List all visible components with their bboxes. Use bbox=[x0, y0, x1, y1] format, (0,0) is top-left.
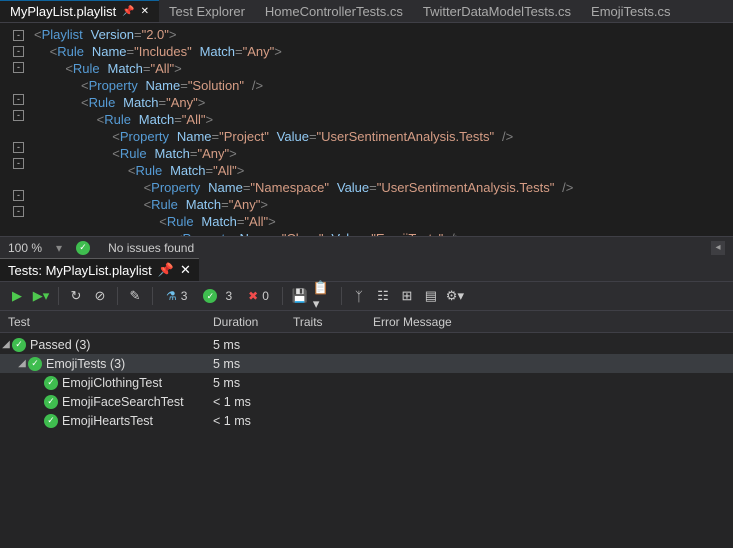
test-group-emojitests[interactable]: ◢ ✓ EmojiTests (3) 5 ms bbox=[0, 354, 733, 373]
fold-toggle[interactable]: - bbox=[13, 206, 24, 217]
zoom-level[interactable]: 100 % bbox=[8, 241, 42, 255]
group-button[interactable]: ☷ bbox=[372, 285, 394, 307]
duration: 5 ms bbox=[213, 357, 293, 371]
duration: 5 ms bbox=[213, 376, 293, 390]
failed-counter[interactable]: ✖0 bbox=[241, 286, 276, 306]
test-group-passed[interactable]: ◢ ✓ Passed (3) 5 ms bbox=[0, 335, 733, 354]
pin-icon[interactable]: 📌 bbox=[158, 262, 174, 278]
code-content[interactable]: <Playlist Version="2.0"> <Rule Name="Inc… bbox=[28, 23, 698, 236]
tab-label: MyPlayList.playlist bbox=[10, 4, 116, 19]
test-name: EmojiHeartsTest bbox=[62, 414, 153, 428]
fold-toggle[interactable]: - bbox=[13, 142, 24, 153]
run-button[interactable]: ▶▾ bbox=[30, 285, 52, 307]
pass-icon: ✓ bbox=[44, 395, 58, 409]
column-headers: Test Duration Traits Error Message bbox=[0, 311, 733, 333]
fold-toggle[interactable]: - bbox=[13, 46, 24, 57]
close-icon[interactable]: ✕ bbox=[180, 262, 191, 278]
stop-button[interactable]: ⊘ bbox=[89, 285, 111, 307]
test-name: EmojiFaceSearchTest bbox=[62, 395, 184, 409]
pass-icon: ✓ bbox=[28, 357, 42, 371]
fold-toggle[interactable]: - bbox=[13, 190, 24, 201]
tab-playlist[interactable]: MyPlayList.playlist 📌 ✕ bbox=[0, 0, 159, 22]
tab-emoji-tests[interactable]: EmojiTests.cs bbox=[581, 0, 680, 22]
duration: < 1 ms bbox=[213, 395, 293, 409]
fold-toggle[interactable]: - bbox=[13, 94, 24, 105]
check-icon: ✓ bbox=[76, 241, 90, 255]
edit-button[interactable]: ✎ bbox=[124, 285, 146, 307]
repeat-button[interactable]: ↻ bbox=[65, 285, 87, 307]
fail-icon: ✖ bbox=[248, 289, 258, 303]
close-icon[interactable]: ✕ bbox=[141, 6, 149, 17]
fold-toggle[interactable]: - bbox=[13, 110, 24, 121]
test-tree: ◢ ✓ Passed (3) 5 ms ◢ ✓ EmojiTests (3) 5… bbox=[0, 333, 733, 548]
group-label: EmojiTests (3) bbox=[46, 357, 125, 371]
panel-tabs: Tests: MyPlayList.playlist 📌 ✕ bbox=[0, 258, 733, 281]
save-button[interactable]: 💾 bbox=[289, 285, 311, 307]
issues-label: No issues found bbox=[108, 241, 194, 255]
tab-label: HomeControllerTests.cs bbox=[265, 4, 403, 19]
playlist-button[interactable]: 📋▾ bbox=[313, 285, 335, 307]
col-test[interactable]: Test bbox=[8, 315, 213, 329]
scroll-left-icon[interactable]: ◂ bbox=[711, 241, 725, 255]
editor-status-bar: 100 % ▾ ✓ No issues found ◂ bbox=[0, 236, 733, 258]
col-error[interactable]: Error Message bbox=[373, 315, 733, 329]
col-duration[interactable]: Duration bbox=[213, 315, 293, 329]
panel-tab-label: Tests: MyPlayList.playlist bbox=[8, 263, 152, 278]
test-name: EmojiClothingTest bbox=[62, 376, 162, 390]
filter-button[interactable]: ᛉ bbox=[348, 285, 370, 307]
columns-button[interactable]: ▤ bbox=[420, 285, 442, 307]
test-item[interactable]: ✓ EmojiClothingTest 5 ms bbox=[0, 373, 733, 392]
fold-toggle[interactable]: - bbox=[13, 158, 24, 169]
group-label: Passed (3) bbox=[30, 338, 90, 352]
check-icon: ✓ bbox=[203, 289, 217, 303]
test-item[interactable]: ✓ EmojiFaceSearchTest < 1 ms bbox=[0, 392, 733, 411]
tab-twitter-tests[interactable]: TwitterDataModelTests.cs bbox=[413, 0, 581, 22]
settings-button[interactable]: ⚙▾ bbox=[444, 285, 466, 307]
run-all-button[interactable]: ▶ bbox=[6, 285, 28, 307]
passed-counter[interactable]: ✓3 bbox=[196, 286, 239, 306]
test-toolbar: ▶ ▶▾ ↻ ⊘ ✎ ⚗3 ✓3 ✖0 💾 📋▾ ᛉ ☷ ⊞ ▤ ⚙▾ bbox=[0, 281, 733, 311]
code-editor[interactable]: - - - - - - - - - - - - - - <Playlist Ve… bbox=[0, 23, 733, 236]
tab-label: Test Explorer bbox=[169, 4, 245, 19]
fold-gutter: - - - - - - - - - - - - - - bbox=[0, 23, 28, 236]
tab-label: TwitterDataModelTests.cs bbox=[423, 4, 571, 19]
pass-icon: ✓ bbox=[44, 414, 58, 428]
pass-icon: ✓ bbox=[44, 376, 58, 390]
pin-icon[interactable]: 📌 bbox=[122, 6, 134, 17]
chevron-down-icon[interactable]: ◢ bbox=[0, 339, 12, 350]
flask-icon: ⚗ bbox=[166, 289, 177, 303]
tab-home-tests[interactable]: HomeControllerTests.cs bbox=[255, 0, 413, 22]
duration: < 1 ms bbox=[213, 414, 293, 428]
fold-toggle[interactable]: - bbox=[13, 30, 24, 41]
panel-tab-tests[interactable]: Tests: MyPlayList.playlist 📌 ✕ bbox=[0, 258, 199, 281]
test-item[interactable]: ✓ EmojiHeartsTest < 1 ms bbox=[0, 411, 733, 430]
duration: 5 ms bbox=[213, 338, 293, 352]
chevron-down-icon[interactable]: ◢ bbox=[16, 358, 28, 369]
tab-test-explorer[interactable]: Test Explorer bbox=[159, 0, 255, 22]
tab-label: EmojiTests.cs bbox=[591, 4, 670, 19]
editor-tabs: MyPlayList.playlist 📌 ✕ Test Explorer Ho… bbox=[0, 0, 733, 23]
total-counter[interactable]: ⚗3 bbox=[159, 286, 194, 306]
expand-button[interactable]: ⊞ bbox=[396, 285, 418, 307]
pass-icon: ✓ bbox=[12, 338, 26, 352]
fold-toggle[interactable]: - bbox=[13, 62, 24, 73]
col-traits[interactable]: Traits bbox=[293, 315, 373, 329]
